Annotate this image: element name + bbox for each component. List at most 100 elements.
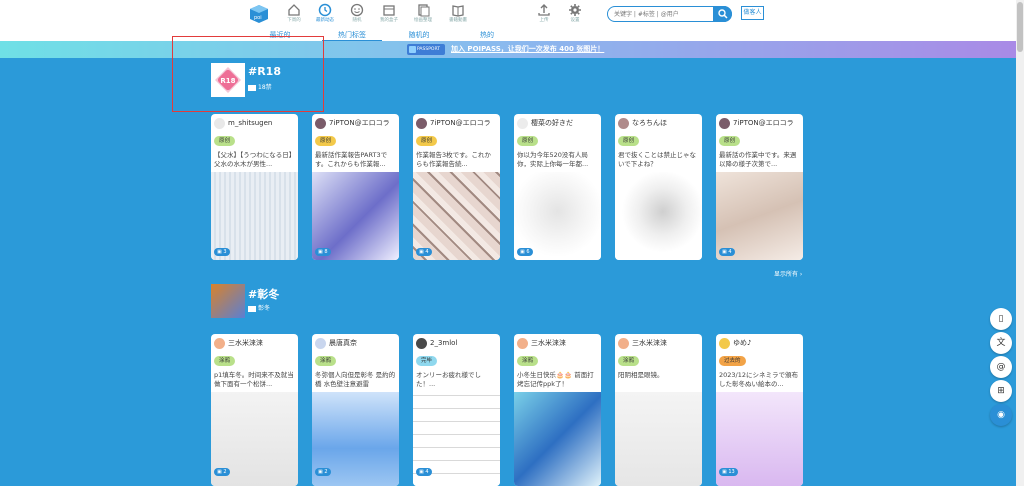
post-caption: 小冬生日快乐🎂🎂 前面打烤忘记传ppk了！ [517, 371, 594, 388]
search-button[interactable] [713, 6, 732, 22]
poipiku-logo[interactable]: poi [249, 4, 269, 24]
nav-settings[interactable]: 设置 [557, 3, 593, 29]
username: m_shitsugen [228, 119, 273, 127]
grid-float-button[interactable]: ⊞ [990, 380, 1012, 402]
category-badge: 原创 [315, 136, 337, 146]
translate-float-button[interactable]: 文 [990, 332, 1012, 354]
card-user[interactable]: m_shitsugen [214, 118, 298, 130]
post-caption: 最新話の作業中です。来週以降の様子次第で... [719, 151, 797, 168]
tag-thumbnail [211, 284, 245, 318]
book-float-button[interactable]: ▯ [990, 308, 1012, 330]
post-card[interactable]: 7iPTON@エロコラ 原创 作業報告3枚です。これからも作業報告続... ▣ … [413, 114, 500, 260]
scrollbar-thumb[interactable] [1017, 2, 1023, 52]
username: 三水米涞涞 [228, 339, 263, 347]
card-user[interactable]: ゆめ♪ [719, 338, 803, 350]
card-user[interactable]: 三水米涞涞 [618, 338, 702, 350]
tab-random[interactable]: 随机的 [404, 30, 434, 40]
post-thumbnail[interactable] [211, 172, 298, 260]
poipass-banner: PASSPORT 加入 POIPASS，让我们一次发布 400 张图片！ [0, 41, 1016, 58]
post-caption: 2023/12にシネミラで頒布した彰冬ぬい絵本の... [719, 371, 799, 388]
username: 7iPTON@エロコラ [430, 119, 491, 127]
image-count-value: 8 [324, 249, 328, 255]
card-user[interactable]: 三水米涞涞 [214, 338, 298, 350]
assistant-float-button[interactable]: ◉ [990, 404, 1012, 426]
post-caption: 阳阴相是眼镜。 [618, 371, 664, 379]
avatar [517, 338, 528, 349]
card-user[interactable]: なろちんほ [618, 118, 702, 130]
tag-mini-icon [248, 305, 256, 312]
post-card[interactable]: 2_3mlol 完毕 オンリーお疲れ様でした！... ▣ 4 [413, 334, 500, 486]
tag-header-akito-toya[interactable]: #彰冬 彰冬 [211, 284, 321, 320]
image-count: ▣ 4 [416, 468, 432, 476]
nav-recent-label: 最新动态 [316, 18, 334, 23]
image-count: ▣ 4 [416, 248, 432, 256]
book-icon: ▯ [998, 314, 1004, 324]
top-navigation-bar: poi 下周的 最新动态 随机 我的盒子 绘画整理 書籍動畫 上传 设置 做客人 [0, 0, 1016, 30]
image-count: ▣ 2 [315, 468, 331, 476]
post-card[interactable]: 晨唐真奈 涂鸦 冬弥個人向但是彰冬 是約的橋 水色壁注意避雷 ▣ 2 [312, 334, 399, 486]
post-card[interactable]: 三水米涞涞 涂鸦 阳阴相是眼镜。 [615, 334, 702, 486]
post-card[interactable]: 三水米涞涞 涂鸦 小冬生日快乐🎂🎂 前面打烤忘记传ppk了！ [514, 334, 601, 486]
post-thumbnail[interactable] [312, 172, 399, 260]
nav-recent[interactable]: 最新动态 [307, 3, 343, 29]
nav-mybox[interactable]: 我的盒子 [371, 3, 407, 29]
login-button[interactable]: 做客人 [741, 6, 764, 20]
username: 7iPTON@エロコラ [733, 119, 794, 127]
tab-hot[interactable]: 热的 [472, 30, 502, 40]
nav-pages[interactable]: 绘画整理 [405, 3, 441, 29]
card-user[interactable]: 7iPTON@エロコラ [416, 118, 500, 130]
card-user[interactable]: 樱菜の好きだ [517, 118, 601, 130]
avatar [214, 338, 225, 349]
post-card[interactable]: ゆめ♪ 过去的 2023/12にシネミラで頒布した彰冬ぬい絵本の... ▣ 13 [716, 334, 803, 486]
image-count: ▣ 8 [315, 248, 331, 256]
post-card[interactable]: 三水米涞涞 涂鸦 p1填车冬。时间来不及就当做下面有一个松饼... ▣ 2 [211, 334, 298, 486]
book-icon [452, 5, 464, 17]
highlight-box [172, 36, 324, 112]
card-user[interactable]: 三水米涞涞 [517, 338, 601, 350]
avatar [719, 118, 730, 129]
card-user[interactable]: 7iPTON@エロコラ [719, 118, 803, 130]
category-badge: 原创 [517, 136, 539, 146]
post-thumbnail[interactable] [514, 392, 601, 486]
robot-icon: ◉ [997, 410, 1005, 420]
image-count-value: 2 [324, 469, 328, 475]
tag-subtitle-text: 彰冬 [258, 305, 271, 312]
nav-settings-label: 设置 [570, 18, 580, 23]
username: なろちんほ [632, 119, 667, 127]
post-thumbnail[interactable] [716, 172, 803, 260]
post-card[interactable]: 樱菜の好きだ 原创 你以为今年520没有人局你，实际上你每一年都... ▣ 6 [514, 114, 601, 260]
card-user[interactable]: 7iPTON@エロコラ [315, 118, 399, 130]
post-caption: 作業報告3枚です。これからも作業報告続... [416, 151, 491, 168]
poipass-link[interactable]: 加入 POIPASS，让我们一次发布 400 张图片！ [451, 44, 604, 55]
card-user[interactable]: 晨唐真奈 [315, 338, 399, 350]
post-thumbnail[interactable] [615, 172, 702, 260]
card-user[interactable]: 2_3mlol [416, 338, 500, 350]
category-badge: 涂鸦 [618, 356, 640, 366]
username: 樱菜の好きだ [531, 119, 573, 127]
post-thumbnail[interactable] [514, 172, 601, 260]
at-float-button[interactable]: @ [990, 356, 1012, 378]
post-card[interactable]: なろちんほ 原创 君で抜くことは禁止じゃないで下よね？ [615, 114, 702, 260]
box-icon [383, 5, 395, 16]
post-caption: オンリーお疲れ様でした！... [416, 371, 481, 388]
nav-random[interactable]: 随机 [339, 3, 375, 29]
tag-title: #彰冬 [248, 288, 280, 301]
post-card[interactable]: 7iPTON@エロコラ 原创 最新話の作業中です。来週以降の様子次第で... ▣… [716, 114, 803, 260]
show-all-link[interactable]: 显示所有 › [774, 269, 802, 278]
tab-popular-tags[interactable]: 热门标签 [322, 30, 382, 41]
post-thumbnail[interactable] [413, 172, 500, 260]
post-thumbnail[interactable] [615, 392, 702, 486]
image-count: ▣ 2 [214, 468, 230, 476]
username: 三水米涞涞 [632, 339, 667, 347]
gear-icon [569, 4, 581, 16]
post-card[interactable]: m_shitsugen 原创 【父水】【うつわになる日】父水の水木が男性... … [211, 114, 298, 260]
image-count-value: 6 [526, 249, 530, 255]
username: 三水米涞涞 [531, 339, 566, 347]
post-card[interactable]: 7iPTON@エロコラ 原创 最新話作業報告PART3です。これからも作業報..… [312, 114, 399, 260]
page-scrollbar[interactable] [1016, 0, 1024, 486]
category-badge: 涂鸦 [214, 356, 236, 366]
image-count: ▣ 13 [719, 468, 738, 476]
nav-books[interactable]: 書籍動畫 [440, 3, 476, 29]
search-input[interactable] [614, 8, 714, 20]
avatar [315, 118, 326, 129]
